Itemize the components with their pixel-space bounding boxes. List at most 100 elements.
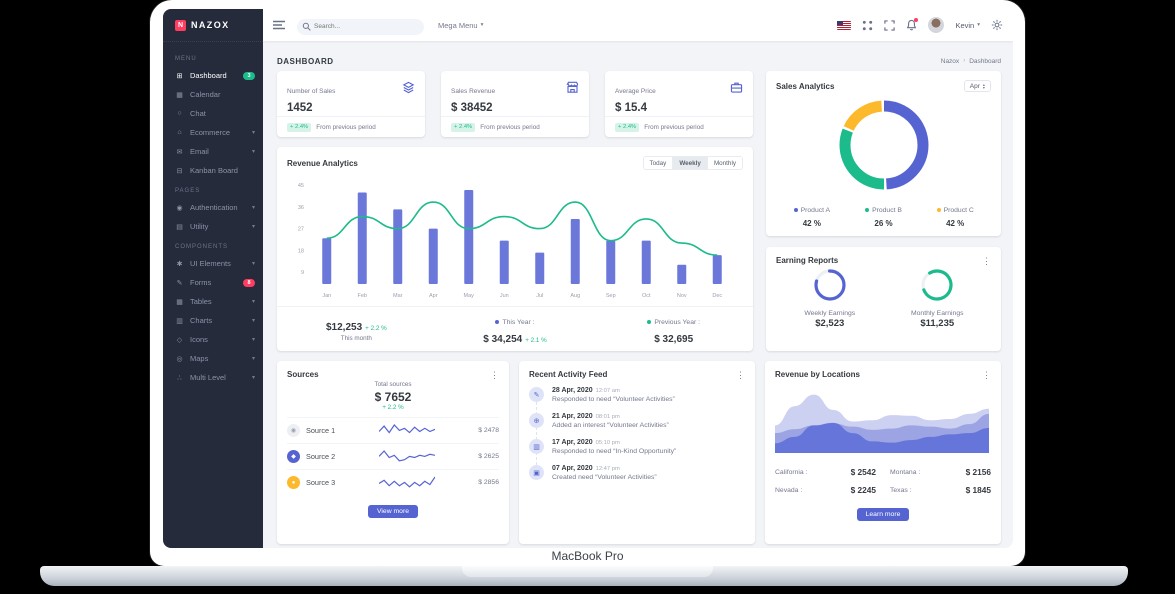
sidebar-item-ui-elements[interactable]: ✱UI Elements▾	[163, 254, 263, 273]
earning-gauges: Weekly Earnings$2,523Monthly Earnings$11…	[776, 267, 991, 329]
legend-dot	[794, 208, 798, 212]
sidebar-item-icons[interactable]: ◇Icons▾	[163, 330, 263, 349]
location-value: $ 1845	[966, 485, 991, 495]
legend-label: Product C	[944, 207, 974, 214]
legend-item-product-b: Product B26 %	[848, 199, 920, 228]
gauge-value: $2,523	[780, 318, 880, 329]
sidebar-item-charts[interactable]: ▥Charts▾	[163, 311, 263, 330]
legend-label: Product A	[801, 207, 830, 214]
notifications-bell-icon[interactable]	[906, 19, 917, 31]
search-input[interactable]	[297, 19, 424, 35]
kebab-menu-icon[interactable]	[736, 371, 745, 379]
card-title: Sources	[287, 370, 319, 379]
month-label: This month	[277, 335, 436, 342]
sidebar-item-forms[interactable]: ✎Forms8	[163, 273, 263, 292]
apps-grid-icon[interactable]	[862, 20, 873, 31]
total-sources-label: Total sources	[287, 381, 499, 388]
activity-item: ⊕21 Apr, 202008:01 pmAdded an interest “…	[529, 413, 745, 429]
location-label: Montana :	[890, 469, 920, 476]
sidebar-item-label: Chat	[190, 109, 206, 118]
logo-text: NAZOX	[191, 20, 230, 30]
svg-text:Feb: Feb	[358, 293, 367, 299]
donut-legend: Product A 42 %Product B26 % Product C 42 %	[776, 199, 991, 228]
breadcrumb-root[interactable]: Nazox	[941, 58, 959, 65]
sidebar-item-email[interactable]: ✉Email▾	[163, 142, 263, 161]
sidebar-item-tables[interactable]: ▦Tables▾	[163, 292, 263, 311]
source-icon: ◉	[287, 424, 300, 437]
chevron-down-icon: ▾	[252, 129, 255, 136]
sidebar-item-utility[interactable]: ▤Utility▾	[163, 217, 263, 236]
kebab-menu-icon[interactable]	[982, 257, 991, 265]
source-row-source-2[interactable]: ◆Source 2$ 2625	[287, 443, 499, 469]
period-select[interactable]: Apr	[964, 80, 991, 92]
select-arrows-icon	[983, 83, 985, 90]
kebab-menu-icon[interactable]	[490, 371, 499, 379]
source-name: Source 2	[306, 452, 348, 461]
language-flag-icon[interactable]	[837, 21, 851, 30]
settings-gear-icon[interactable]	[991, 19, 1003, 31]
activity-item: ▣07 Apr, 202012:47 pmCreated need “Volun…	[529, 465, 745, 481]
legend-dot	[865, 208, 869, 212]
kanban-icon: ⊟	[175, 167, 184, 175]
mega-menu-button[interactable]: Mega Menu	[438, 21, 483, 30]
activity-icon: ✎	[529, 387, 544, 402]
revenue-range-tabs: TodayWeeklyMonthly	[643, 156, 743, 170]
svg-text:Oct: Oct	[642, 293, 651, 299]
sidebar-item-calendar[interactable]: ▦Calendar	[163, 85, 263, 104]
sidebar-item-label: Authentication	[190, 203, 238, 212]
source-row-source-1[interactable]: ◉Source 1$ 2478	[287, 417, 499, 443]
legend-percent: 42 %	[776, 219, 848, 228]
sidebar-item-authentication[interactable]: ◉Authentication▾	[163, 198, 263, 217]
sources-list: ◉Source 1$ 2478◆Source 2$ 2625●Source 3$…	[287, 417, 499, 495]
activity-date: 21 Apr, 202008:01 pm	[552, 413, 669, 420]
sidebar-item-dashboard[interactable]: ⊞Dashboard3	[163, 66, 263, 85]
stat-title: Average Price	[615, 88, 656, 95]
source-sparkline	[354, 475, 459, 491]
laptop-base-notch	[462, 566, 713, 577]
source-row-source-3[interactable]: ●Source 3$ 2856	[287, 469, 499, 495]
tab-monthly[interactable]: Monthly	[708, 157, 742, 169]
sidebar-section-label: MENU	[163, 48, 263, 66]
stat-footer: + 2.4%From previous period	[441, 116, 589, 137]
tab-today[interactable]: Today	[644, 157, 674, 169]
svg-text:36: 36	[298, 205, 304, 211]
source-name: Source 1	[306, 426, 348, 435]
stat-note: From previous period	[480, 124, 540, 131]
breadcrumb-current: Dashboard	[969, 58, 1001, 65]
svg-text:Aug: Aug	[570, 293, 580, 299]
tab-weekly[interactable]: Weekly	[673, 157, 708, 169]
charts-icon: ▥	[175, 317, 184, 325]
breadcrumb: Nazox › Dashboard	[941, 58, 1001, 65]
sidebar-item-maps[interactable]: ◎Maps▾	[163, 349, 263, 368]
sidebar-item-kanban-board[interactable]: ⊟Kanban Board	[163, 161, 263, 180]
this-year-total: $ 34,254	[483, 334, 522, 345]
sidebar-item-multi-level[interactable]: ∴Multi Level▾	[163, 368, 263, 387]
svg-text:Dec: Dec	[712, 293, 722, 299]
location-stat-montana-: Montana :$ 2156	[890, 467, 991, 477]
sidebar-item-chat[interactable]: ○Chat	[163, 104, 263, 123]
card-title: Recent Activity Feed	[529, 370, 607, 379]
view-more-button[interactable]: View more	[368, 505, 418, 518]
menu-toggle-icon[interactable]	[273, 20, 285, 30]
sidebar-item-ecommerce[interactable]: ⌂Ecommerce▾	[163, 123, 263, 142]
kebab-menu-icon[interactable]	[982, 371, 991, 379]
logo[interactable]: N NAZOX	[163, 9, 263, 42]
legend-percent: 42 %	[919, 219, 991, 228]
total-sources-delta: + 2.2 %	[287, 404, 499, 411]
breadcrumb-separator: ›	[963, 58, 965, 64]
calendar-icon: ▦	[175, 91, 184, 99]
sidebar-item-label: Tables	[190, 297, 212, 306]
activity-time: 05:10 pm	[596, 440, 620, 446]
source-sparkline	[354, 449, 459, 465]
learn-more-button[interactable]: Learn more	[857, 508, 910, 521]
stat-title: Number of Sales	[287, 88, 335, 95]
svg-text:Jul: Jul	[536, 293, 543, 299]
revenue-analytics-card: Revenue Analytics TodayWeeklyMonthly 453…	[277, 147, 753, 351]
user-menu[interactable]: Kevin	[955, 21, 980, 30]
activity-text: Responded to need “In-Kind Opportunity”	[552, 448, 676, 455]
sidebar-item-label: Dashboard	[190, 71, 227, 80]
chevron-down-icon: ▾	[252, 336, 255, 343]
chevron-down-icon: ▾	[252, 223, 255, 230]
fullscreen-icon[interactable]	[884, 20, 895, 31]
avatar[interactable]	[928, 17, 944, 33]
